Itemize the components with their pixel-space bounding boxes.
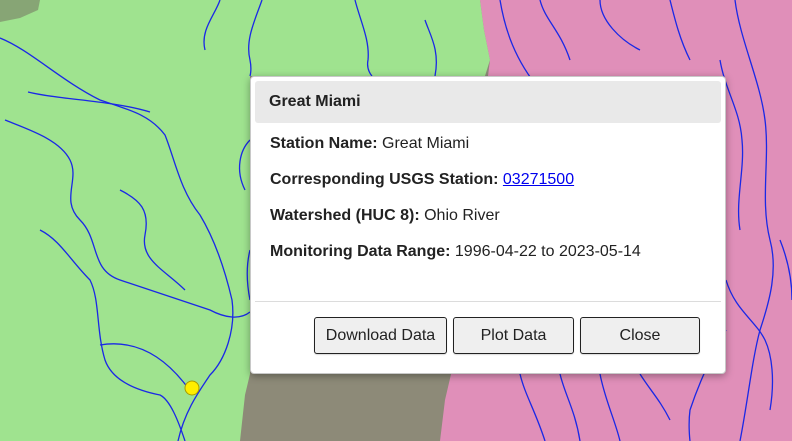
data-range-label: Monitoring Data Range: [270,243,451,260]
station-name-row: Station Name: Great Miami [270,135,469,153]
popup-title: Great Miami [255,81,721,123]
usgs-station-row: Corresponding USGS Station: 03271500 [270,171,574,189]
plot-data-button[interactable]: Plot Data [453,317,574,354]
station-name-value: Great Miami [382,135,470,152]
usgs-station-link[interactable]: 03271500 [503,171,574,188]
close-button[interactable]: Close [580,317,700,354]
station-marker-icon[interactable] [184,380,200,396]
data-range-value: 1996-04-22 to 2023-05-14 [454,243,641,260]
watershed-row: Watershed (HUC 8): Ohio River [270,207,500,225]
popup-divider [255,301,721,302]
watershed-label: Watershed (HUC 8): [270,207,420,224]
watershed-value: Ohio River [424,207,500,224]
data-range-row: Monitoring Data Range: 1996-04-22 to 202… [270,243,641,261]
download-data-button[interactable]: Download Data [314,317,447,354]
usgs-station-label: Corresponding USGS Station: [270,171,499,188]
station-name-label: Station Name: [270,135,378,152]
station-popup: Great Miami Station Name: Great Miami Co… [250,76,726,374]
